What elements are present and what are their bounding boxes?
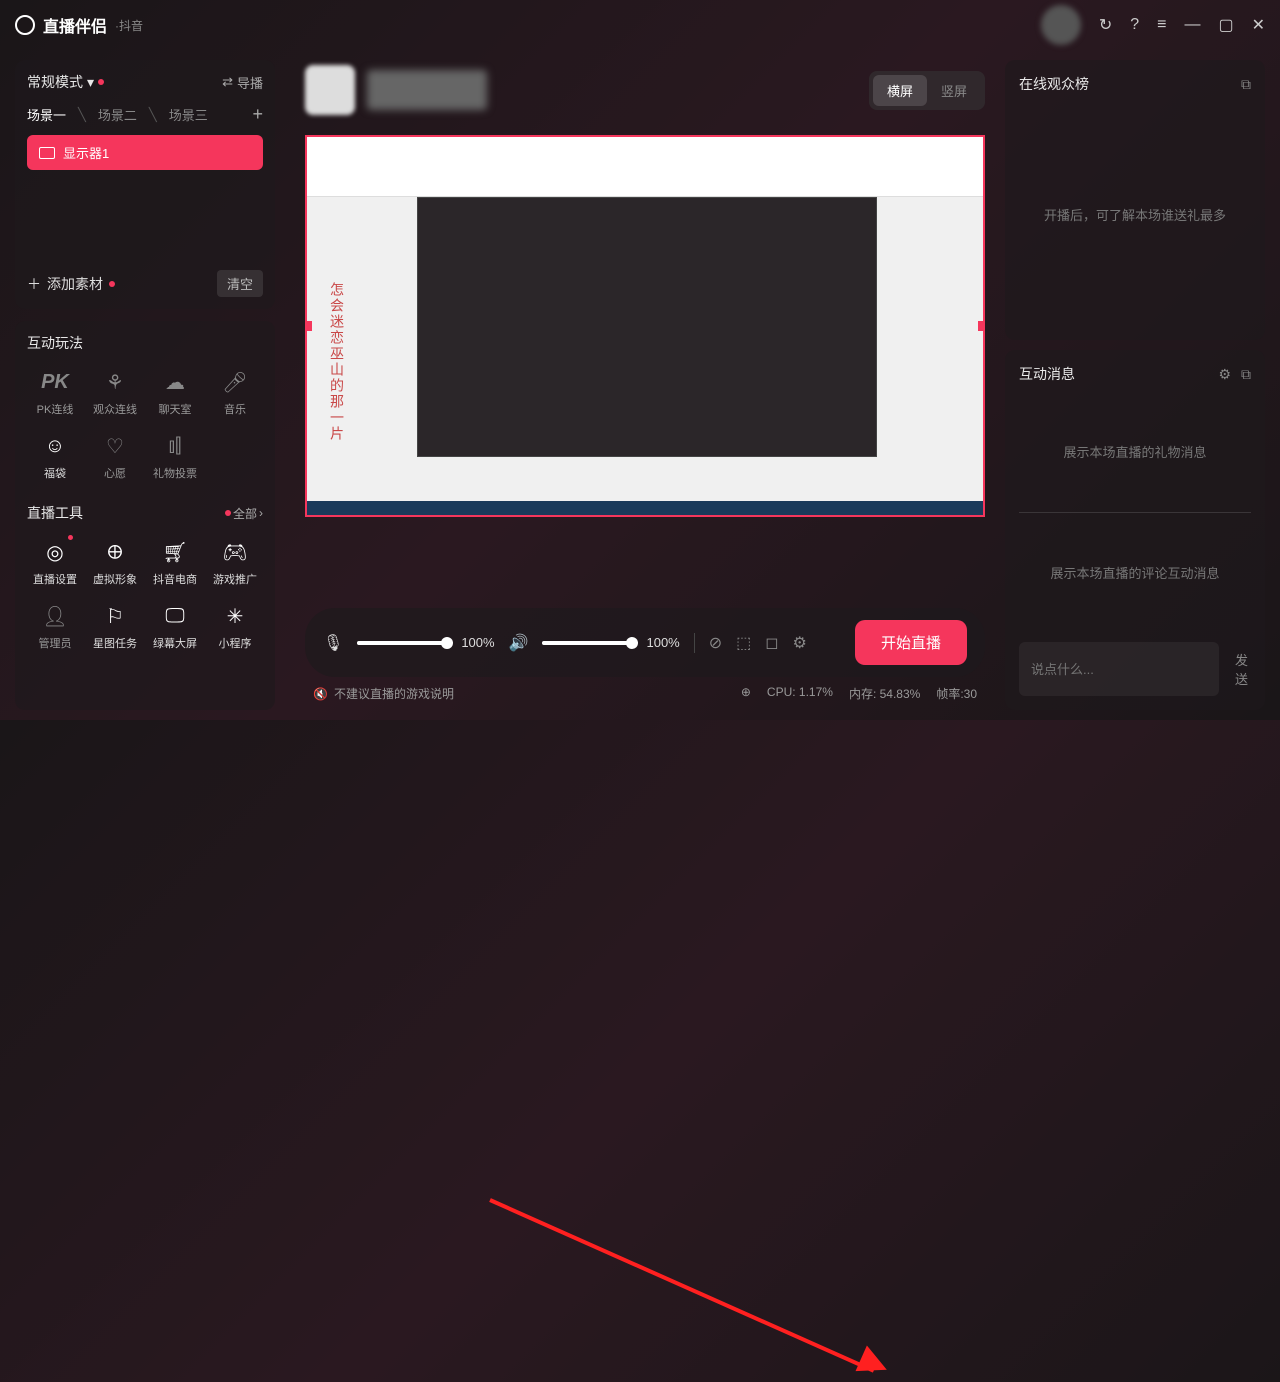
tool-ecommerce[interactable]: 🛒︎抖音电商 (147, 535, 203, 591)
tool-virtual-avatar[interactable]: 𐀏虚拟形象 (87, 535, 143, 591)
tool-chatroom[interactable]: ☁聊天室 (147, 365, 203, 421)
tool-game-promo[interactable]: 🎮︎游戏推广 (207, 535, 263, 591)
viewers-panel: 在线观众榜 ⧉ 开播后，可了解本场谁送礼最多 (1005, 60, 1265, 340)
titlebar: 直播伴侣 ·抖音 ↻ ? ≡ — ▢ ✕ (0, 0, 1280, 50)
viewers-placeholder: 开播后，可了解本场谁送礼最多 (1019, 102, 1251, 326)
tool-stream-settings[interactable]: ◎直播设置 (27, 535, 83, 591)
mode-selector[interactable]: 常规模式 ▾ (27, 72, 104, 92)
tool-star-tasks[interactable]: ⚐星图任务 (87, 599, 143, 655)
tools-title: 直播工具 (27, 503, 83, 523)
gift-placeholder: 展示本场直播的礼物消息 (1019, 392, 1251, 512)
bar-icon-2[interactable]: ⬚ (736, 633, 751, 653)
minimize-icon[interactable]: — (1184, 16, 1200, 34)
help-icon[interactable]: ? (1130, 16, 1139, 34)
add-scene-button[interactable]: + (252, 104, 263, 125)
all-tools-link[interactable]: 全部 › (225, 505, 263, 522)
preview-canvas[interactable]: 怎会迷恋巫山的那一片 (305, 135, 985, 517)
popout-icon[interactable]: ⧉ (1241, 76, 1251, 93)
source-display-1[interactable]: 显示器1 (27, 135, 263, 170)
orient-vertical[interactable]: 竖屏 (927, 75, 981, 106)
clear-button[interactable]: 清空 (217, 270, 263, 297)
audio-bar: 🎙 100% 🔊 100% ⊘ ⬚ ◻ ⚙ 开始直播 (305, 608, 985, 677)
center-area: 横屏 竖屏 怎会迷恋巫山的那一片 🎙 100% 🔊 100% ⊘ ⬚ ◻ ⚙ (290, 50, 1000, 720)
app-logo-icon (15, 15, 35, 35)
msg-settings-icon[interactable]: ⚙ (1218, 366, 1231, 383)
tool-pk[interactable]: PKPK连线 (27, 365, 83, 421)
tool-music[interactable]: 🎤︎音乐 (207, 365, 263, 421)
tool-miniapp[interactable]: ✳小程序 (207, 599, 263, 655)
msg-popout-icon[interactable]: ⧉ (1241, 366, 1251, 383)
speaker-slider[interactable] (542, 641, 632, 645)
mic-volume: 100% (461, 635, 494, 650)
user-avatar[interactable] (1041, 5, 1081, 45)
mic-slider[interactable] (357, 641, 447, 645)
monitor-icon (39, 147, 55, 159)
director-link[interactable]: ⇄ 导播 (222, 73, 263, 92)
messages-panel: 互动消息 ⚙ ⧉ 展示本场直播的礼物消息 展示本场直播的评论互动消息 发送 (1005, 350, 1265, 710)
scene-panel: 常规模式 ▾ ⇄ 导播 场景一 ╲ 场景二 ╲ 场景三 + 显示器1 ＋ 添加素… (15, 60, 275, 309)
app-title: 直播伴侣 (43, 13, 107, 37)
interactive-panel: 互动玩法 PKPK连线 ⚘观众连线 ☁聊天室 🎤︎音乐 ☺福袋 ♡心愿 ⫾⫿礼物… (15, 321, 275, 710)
add-source-button[interactable]: ＋ 添加素材 (27, 274, 115, 294)
scene-tab-1[interactable]: 场景一 (27, 105, 66, 124)
viewers-title: 在线观众榜 (1019, 74, 1089, 94)
game-note[interactable]: 不建议直播的游戏说明 (334, 685, 454, 702)
tool-gift-vote[interactable]: ⫾⫿礼物投票 (147, 429, 203, 485)
refresh-icon[interactable]: ↻ (1099, 15, 1112, 35)
messages-title: 互动消息 (1019, 364, 1075, 384)
speaker-icon[interactable]: 🔊 (509, 633, 529, 653)
send-button[interactable]: 发送 (1227, 642, 1256, 696)
orient-horizontal[interactable]: 横屏 (873, 75, 927, 106)
close-icon[interactable]: ✕ (1252, 15, 1265, 35)
status-bar: 🔇 不建议直播的游戏说明 ⊕ CPU: 1.17% 内存: 54.83% 帧率:… (295, 677, 995, 710)
mem-usage: 内存: 54.83% (849, 685, 920, 702)
rightbar: 在线观众榜 ⧉ 开播后，可了解本场谁送礼最多 互动消息 ⚙ ⧉ 展示本场直播的礼… (1000, 50, 1280, 720)
orientation-toggle: 横屏 竖屏 (869, 71, 985, 110)
speaker-volume: 100% (646, 635, 679, 650)
app-subtitle: ·抖音 (115, 17, 143, 34)
chat-input[interactable] (1019, 642, 1219, 696)
stream-avatar[interactable] (305, 65, 355, 115)
tool-admin[interactable]: 👤︎管理员 (27, 599, 83, 655)
bar-icon-1[interactable]: ⊘ (709, 633, 722, 653)
fps: 帧率:30 (936, 685, 977, 702)
mic-icon[interactable]: 🎙 (323, 633, 343, 653)
scene-tab-3[interactable]: 场景三 (169, 105, 208, 124)
settings-icon[interactable]: ⚙ (793, 633, 807, 653)
maximize-icon[interactable]: ▢ (1218, 15, 1233, 35)
sidebar: 常规模式 ▾ ⇄ 导播 场景一 ╲ 场景二 ╲ 场景三 + 显示器1 ＋ 添加素… (0, 50, 290, 720)
tool-lucky-bag[interactable]: ☺福袋 (27, 429, 83, 485)
menu-icon[interactable]: ≡ (1157, 16, 1166, 34)
tool-wish[interactable]: ♡心愿 (87, 429, 143, 485)
start-stream-button[interactable]: 开始直播 (855, 620, 967, 665)
perf-icon: ⊕ (741, 685, 751, 702)
camera-icon[interactable]: ◻ (765, 633, 778, 653)
tool-audience-link[interactable]: ⚘观众连线 (87, 365, 143, 421)
mute-icon: 🔇 (313, 687, 328, 701)
interactive-title: 互动玩法 (27, 333, 263, 353)
scene-tab-2[interactable]: 场景二 (98, 105, 137, 124)
stream-title (367, 70, 487, 110)
tool-green-screen[interactable]: 🖵绿幕大屏 (147, 599, 203, 655)
comment-placeholder: 展示本场直播的评论互动消息 (1019, 513, 1251, 633)
cpu-usage: CPU: 1.17% (767, 685, 833, 702)
